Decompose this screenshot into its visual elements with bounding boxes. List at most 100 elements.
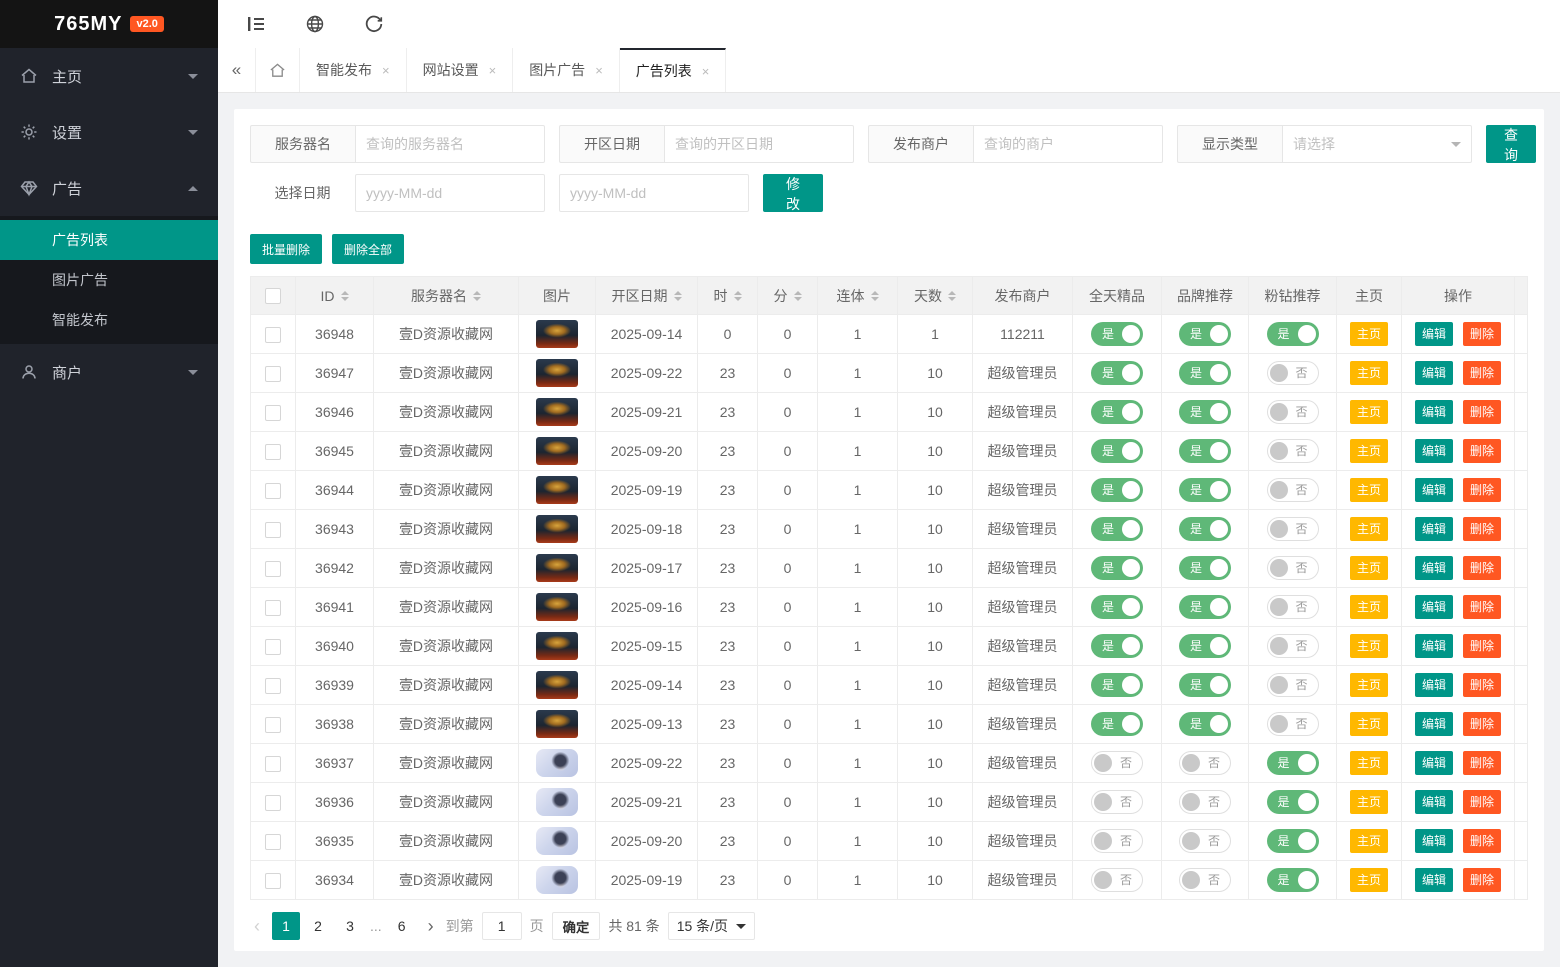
toggle-brand-recommend[interactable]: 否 — [1179, 829, 1231, 853]
delete-all-button[interactable]: 删除全部 — [332, 234, 404, 264]
pagination-page[interactable]: 2 — [304, 912, 332, 940]
sidebar-item-ads[interactable]: 广告 — [0, 160, 218, 216]
homepage-button[interactable]: 主页 — [1350, 439, 1388, 463]
toggle-all-day-premium[interactable]: 是 — [1091, 439, 1143, 463]
toggle-all-day-premium[interactable]: 是 — [1091, 673, 1143, 697]
toggle-all-day-premium[interactable]: 是 — [1091, 556, 1143, 580]
toggle-pink-diamond[interactable]: 否 — [1267, 517, 1319, 541]
edit-button[interactable]: 编辑 — [1415, 634, 1453, 658]
merchant-input[interactable] — [973, 125, 1163, 163]
toggle-pink-diamond[interactable]: 否 — [1267, 400, 1319, 424]
toggle-pink-diamond[interactable]: 否 — [1267, 673, 1319, 697]
pagination-page[interactable]: 1 — [272, 912, 300, 940]
toggle-brand-recommend[interactable]: 否 — [1179, 790, 1231, 814]
row-checkbox[interactable] — [265, 600, 281, 616]
edit-button[interactable]: 编辑 — [1415, 595, 1453, 619]
close-icon[interactable]: × — [382, 63, 390, 78]
toggle-pink-diamond[interactable]: 否 — [1267, 712, 1319, 736]
column-header[interactable]: 分 — [758, 277, 818, 315]
tab-smart-publish[interactable]: 智能发布 × — [300, 48, 407, 92]
edit-button[interactable]: 编辑 — [1415, 478, 1453, 502]
toggle-brand-recommend[interactable]: 是 — [1179, 322, 1231, 346]
sidebar-item-merchant[interactable]: 商户 — [0, 344, 218, 400]
row-thumbnail[interactable] — [536, 788, 578, 816]
row-checkbox[interactable] — [265, 717, 281, 733]
sidebar-item-home[interactable]: 主页 — [0, 48, 218, 104]
toggle-pink-diamond[interactable]: 否 — [1267, 595, 1319, 619]
delete-button[interactable]: 删除 — [1463, 556, 1501, 580]
row-checkbox[interactable] — [265, 795, 281, 811]
toggle-all-day-premium[interactable]: 是 — [1091, 517, 1143, 541]
homepage-button[interactable]: 主页 — [1350, 400, 1388, 424]
globe-icon[interactable] — [305, 14, 325, 34]
row-thumbnail[interactable] — [536, 632, 578, 660]
toggle-all-day-premium[interactable]: 是 — [1091, 478, 1143, 502]
toggle-brand-recommend[interactable]: 否 — [1179, 751, 1231, 775]
row-thumbnail[interactable] — [536, 710, 578, 738]
delete-button[interactable]: 删除 — [1463, 790, 1501, 814]
toggle-pink-diamond[interactable]: 是 — [1267, 868, 1319, 892]
open-date-input[interactable] — [664, 125, 854, 163]
select-all-checkbox[interactable] — [265, 288, 281, 304]
sidebar-item-image-ads[interactable]: 图片广告 — [0, 260, 218, 300]
delete-button[interactable]: 删除 — [1463, 712, 1501, 736]
row-thumbnail[interactable] — [536, 398, 578, 426]
row-checkbox[interactable] — [265, 327, 281, 343]
toggle-brand-recommend[interactable]: 是 — [1179, 634, 1231, 658]
toggle-brand-recommend[interactable]: 是 — [1179, 361, 1231, 385]
edit-button[interactable]: 编辑 — [1415, 673, 1453, 697]
delete-button[interactable]: 删除 — [1463, 517, 1501, 541]
pagination-prev-icon[interactable]: ‹ — [250, 912, 264, 940]
delete-button[interactable]: 删除 — [1463, 439, 1501, 463]
toggle-all-day-premium[interactable]: 否 — [1091, 751, 1143, 775]
collapse-menu-icon[interactable] — [246, 14, 266, 34]
search-button[interactable]: 查询 — [1486, 125, 1536, 163]
sort-icon[interactable] — [794, 291, 802, 301]
row-checkbox[interactable] — [265, 639, 281, 655]
jump-page-input[interactable] — [482, 912, 522, 940]
sidebar-item-settings[interactable]: 设置 — [0, 104, 218, 160]
edit-button[interactable]: 编辑 — [1415, 361, 1453, 385]
column-header[interactable]: 时 — [698, 277, 758, 315]
toggle-pink-diamond[interactable]: 否 — [1267, 361, 1319, 385]
delete-button[interactable]: 删除 — [1463, 634, 1501, 658]
edit-button[interactable]: 编辑 — [1415, 400, 1453, 424]
toggle-all-day-premium[interactable]: 是 — [1091, 361, 1143, 385]
homepage-button[interactable]: 主页 — [1350, 322, 1388, 346]
row-thumbnail[interactable] — [536, 749, 578, 777]
sort-icon[interactable] — [341, 291, 349, 301]
sort-icon[interactable] — [674, 291, 682, 301]
sort-icon[interactable] — [871, 291, 879, 301]
pagination-page[interactable]: 3 — [336, 912, 364, 940]
close-icon[interactable]: × — [702, 64, 710, 79]
column-header[interactable]: ID — [296, 277, 374, 315]
row-checkbox[interactable] — [265, 483, 281, 499]
sidebar-item-ad-list[interactable]: 广告列表 — [0, 220, 218, 260]
delete-button[interactable]: 删除 — [1463, 673, 1501, 697]
toggle-pink-diamond[interactable]: 是 — [1267, 322, 1319, 346]
toggle-all-day-premium[interactable]: 否 — [1091, 790, 1143, 814]
delete-button[interactable]: 删除 — [1463, 751, 1501, 775]
pagination-page[interactable]: 6 — [388, 912, 416, 940]
homepage-button[interactable]: 主页 — [1350, 361, 1388, 385]
row-checkbox[interactable] — [265, 834, 281, 850]
toggle-pink-diamond[interactable]: 是 — [1267, 829, 1319, 853]
homepage-button[interactable]: 主页 — [1350, 673, 1388, 697]
tab-ad-list[interactable]: 广告列表 × — [620, 48, 727, 92]
tab-image-ads[interactable]: 图片广告 × — [513, 48, 620, 92]
homepage-button[interactable]: 主页 — [1350, 712, 1388, 736]
toggle-brand-recommend[interactable]: 是 — [1179, 595, 1231, 619]
toggle-brand-recommend[interactable]: 是 — [1179, 517, 1231, 541]
close-icon[interactable]: × — [489, 63, 497, 78]
toggle-brand-recommend[interactable]: 是 — [1179, 712, 1231, 736]
column-header[interactable]: 服务器名 — [374, 277, 519, 315]
homepage-button[interactable]: 主页 — [1350, 595, 1388, 619]
batch-delete-button[interactable]: 批量删除 — [250, 234, 322, 264]
row-thumbnail[interactable] — [536, 437, 578, 465]
toggle-brand-recommend[interactable]: 是 — [1179, 439, 1231, 463]
row-thumbnail[interactable] — [536, 593, 578, 621]
edit-button[interactable]: 编辑 — [1415, 751, 1453, 775]
page-size-select[interactable]: 15 条/页 — [668, 912, 755, 940]
homepage-button[interactable]: 主页 — [1350, 634, 1388, 658]
homepage-button[interactable]: 主页 — [1350, 790, 1388, 814]
